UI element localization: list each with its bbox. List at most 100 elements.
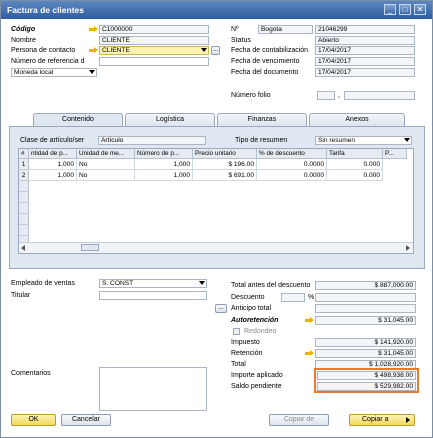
scroll-left-icon[interactable] xyxy=(21,245,25,251)
close-button[interactable]: ✕ xyxy=(414,4,426,15)
redondeo-label: Redondeo xyxy=(244,328,277,335)
descuento-pct-field[interactable] xyxy=(281,293,305,302)
table-cell[interactable]: 1,000 xyxy=(135,159,193,170)
items-table: # ntidad de p... Unidad de me... Número … xyxy=(18,148,414,254)
row-number[interactable] xyxy=(19,192,29,203)
serie-field[interactable]: Bogota xyxy=(258,25,313,34)
empleado-label: Empleado de ventas xyxy=(11,280,75,287)
link-arrow-icon[interactable] xyxy=(305,350,314,357)
copy-to-button[interactable]: Copiar a xyxy=(349,414,415,426)
tab-logistica[interactable]: Logística xyxy=(125,113,215,126)
table-cell[interactable]: 0.000 xyxy=(327,159,383,170)
ok-button[interactable]: OK xyxy=(11,414,56,426)
cancel-button[interactable]: Cancelar xyxy=(61,414,111,426)
importe-aplicado-label: Importe aplicado xyxy=(231,372,283,379)
total-antes-field: $ 887,000.00 xyxy=(315,281,416,290)
row-number[interactable] xyxy=(19,214,29,225)
clase-field[interactable]: Artículo xyxy=(98,136,206,145)
chevron-down-icon[interactable] xyxy=(199,281,205,285)
comentarios-label: Comentarios xyxy=(11,370,51,377)
referencia-label: Número de referencia d xyxy=(11,58,85,65)
table-cell[interactable]: 1,000 xyxy=(135,170,193,181)
column-header[interactable]: # xyxy=(19,149,29,159)
row-number[interactable] xyxy=(19,181,29,192)
codigo-field[interactable]: C1000000 xyxy=(99,25,209,34)
tab-finanzas[interactable]: Finanzas xyxy=(217,113,307,126)
fecha-contabilizacion-field[interactable]: 17/04/2017 xyxy=(315,46,415,55)
percent-sign: % xyxy=(308,294,315,301)
persona-label: Persona de contacto xyxy=(11,47,76,54)
no-field[interactable]: 21046299 xyxy=(315,25,415,34)
titular-field[interactable] xyxy=(99,291,207,300)
scroll-right-icon[interactable] xyxy=(406,245,410,251)
chevron-down-icon[interactable] xyxy=(89,70,95,74)
row-number[interactable] xyxy=(19,203,29,214)
column-header[interactable]: Tarifa xyxy=(327,149,383,159)
minimize-button[interactable]: _ xyxy=(384,4,396,15)
chevron-down-icon[interactable] xyxy=(201,48,207,52)
table-cell[interactable]: 0.0000 xyxy=(257,159,327,170)
chevron-down-icon[interactable] xyxy=(404,138,410,142)
fecha-documento-field[interactable]: 17/04/2017 xyxy=(315,68,415,77)
horizontal-scrollbar[interactable] xyxy=(19,242,413,253)
row-number[interactable]: 2 xyxy=(19,170,29,181)
column-header[interactable]: ntidad de p... xyxy=(29,149,77,159)
resumen-label: Tipo de resumen xyxy=(235,137,288,144)
anticipo-label: Anticipo total xyxy=(231,305,272,312)
link-arrow-icon[interactable] xyxy=(89,47,98,54)
table-cell[interactable]: $ 691.00 xyxy=(193,170,257,181)
total-antes-label: Total antes del descuento xyxy=(231,282,311,289)
anticipo-button[interactable]: ... xyxy=(215,304,227,313)
column-header[interactable]: % de descuento xyxy=(257,149,327,159)
tab-contenido[interactable]: Contenido xyxy=(33,113,123,127)
column-header[interactable]: Precio unitario xyxy=(193,149,257,159)
fecha-contabilizacion-label: Fecha de contabilización xyxy=(231,47,309,54)
comentarios-field[interactable] xyxy=(99,367,207,411)
row-number[interactable]: 1 xyxy=(19,159,29,170)
descuento-field[interactable] xyxy=(315,293,416,302)
referencia-field[interactable] xyxy=(99,57,209,66)
highlight-box xyxy=(314,368,419,393)
column-header[interactable]: Unidad de me... xyxy=(77,149,135,159)
link-arrow-icon[interactable] xyxy=(305,317,314,324)
row-number[interactable] xyxy=(19,225,29,236)
table-cell[interactable]: No xyxy=(77,159,135,170)
clase-label: Clase de artículo/ser xyxy=(20,137,85,144)
total-label: Total xyxy=(231,361,246,368)
redondeo-checkbox[interactable] xyxy=(233,328,240,335)
persona-field[interactable]: CLIENTE xyxy=(99,46,209,55)
impuesto-field: $ 141,920.00 xyxy=(315,338,416,347)
table-cell[interactable]: No xyxy=(77,170,135,181)
copy-from-button[interactable]: Copiar de xyxy=(269,414,329,426)
descuento-label: Descuento xyxy=(231,294,265,301)
resumen-value: Sin resumen xyxy=(318,137,356,144)
tab-anexos[interactable]: Anexos xyxy=(309,113,405,126)
autoretencion-label: Autoretención xyxy=(231,317,279,324)
nombre-field[interactable]: CLIENTE xyxy=(99,36,209,45)
retencion-label: Retención xyxy=(231,350,263,357)
moneda-select[interactable]: Moneda local xyxy=(11,68,97,77)
contact-detail-button[interactable]: ... xyxy=(211,46,220,55)
table-cell[interactable]: 0.000 xyxy=(327,170,383,181)
folio-separator: , xyxy=(338,92,340,99)
column-header[interactable]: Número de p... xyxy=(135,149,193,159)
copy-to-label: Copiar a xyxy=(362,416,389,423)
table-cell[interactable]: 1,000 xyxy=(29,170,77,181)
link-arrow-icon[interactable] xyxy=(89,26,98,33)
table-cell[interactable]: $ 196.00 xyxy=(193,159,257,170)
table-cell[interactable]: 1,000 xyxy=(29,159,77,170)
window-title: Factura de clientes xyxy=(1,1,432,19)
maximize-button[interactable]: □ xyxy=(399,4,411,15)
anticipo-field xyxy=(315,304,416,313)
folio-number-field[interactable] xyxy=(344,91,415,100)
folio-label: Número folio xyxy=(231,92,271,99)
folio-prefix-field[interactable] xyxy=(317,91,335,100)
scrollbar-thumb[interactable] xyxy=(81,244,99,251)
table-cell[interactable]: 0.0000 xyxy=(257,170,327,181)
no-label: Nº xyxy=(231,26,239,33)
saldo-pendiente-label: Saldo pendiente xyxy=(231,383,282,390)
column-header[interactable]: P... xyxy=(383,149,407,159)
fecha-vencimiento-field[interactable]: 17/04/2017 xyxy=(315,57,415,66)
resumen-select[interactable]: Sin resumen xyxy=(315,136,412,145)
empleado-select[interactable]: S. CONST xyxy=(99,279,207,288)
